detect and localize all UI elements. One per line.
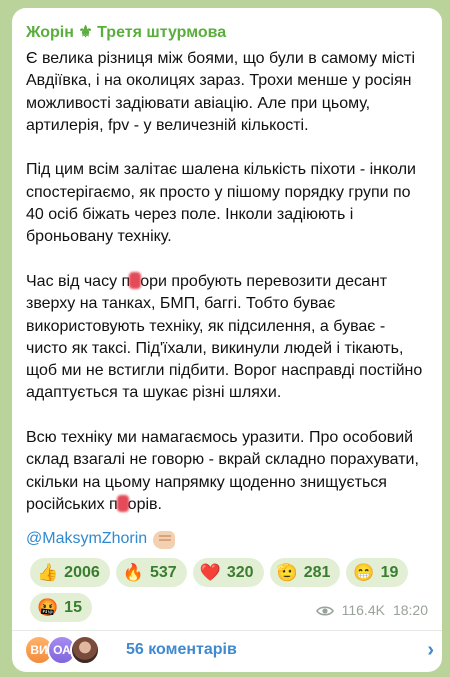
message-text: Є велика різниця між боями, що були в са… xyxy=(26,48,430,539)
author-signature: @MaksymZhorin xyxy=(26,528,176,550)
paragraph-4: Всю техніку ми намагаємось уразити. Про … xyxy=(26,427,430,516)
fire-icon: 🔥 xyxy=(122,563,144,582)
chevron-right-icon: › xyxy=(427,638,434,661)
comments-count-label: 56 коментарів xyxy=(126,641,237,658)
paragraph-2: Під цим всім залітає шалена кількість пі… xyxy=(26,161,416,246)
grin-icon: 😁 xyxy=(353,563,375,582)
salute-icon: 🫡 xyxy=(276,563,298,582)
channel-name[interactable]: Жорін ⚜ Третя штурмова xyxy=(26,22,226,42)
reaction-salute[interactable]: 🫡 281 xyxy=(269,558,341,587)
reaction-count: 2006 xyxy=(64,563,100,581)
heart-icon: ❤️ xyxy=(199,563,221,582)
reaction-count: 537 xyxy=(149,563,177,581)
paragraph-3-rest: ори пробують перевозити десант зверху на… xyxy=(26,272,423,402)
fist-icon xyxy=(153,531,176,549)
message-meta: 116.4K 18:20 xyxy=(315,602,428,618)
paragraph-1: Є велика різниця між боями, що були в са… xyxy=(26,50,416,134)
reaction-fire[interactable]: 🔥 537 xyxy=(115,558,187,587)
post-time: 18:20 xyxy=(392,602,428,618)
view-count: 116.4K xyxy=(341,602,385,618)
reaction-angry[interactable]: 🤬 15 xyxy=(30,593,92,622)
reaction-count: 281 xyxy=(303,563,331,581)
author-mention-link[interactable]: @MaksymZhorin xyxy=(26,528,147,550)
redaction-mark xyxy=(129,271,142,289)
commenter-avatars: ВИ ОА xyxy=(24,635,112,665)
angry-icon: 🤬 xyxy=(37,598,59,617)
avatar xyxy=(70,635,100,665)
thumbs-up-icon: 👍 xyxy=(37,563,59,582)
eye-icon xyxy=(315,604,334,616)
reaction-thumbs-up[interactable]: 👍 2006 xyxy=(30,558,110,587)
reaction-count: 320 xyxy=(226,563,254,581)
paragraph-4-start: Всю техніку ми намагаємось уразити. Про … xyxy=(26,429,419,513)
comments-divider xyxy=(12,630,442,631)
paragraph-3: Час від часу п ори пробують перевозити де… xyxy=(26,271,430,405)
reaction-heart[interactable]: ❤️ 320 xyxy=(192,558,264,587)
comments-button[interactable]: ВИ ОА 56 коментарів › xyxy=(24,635,442,665)
redaction-mark xyxy=(116,494,129,512)
message-bubble: Жорін ⚜ Третя штурмова Є велика різниця … xyxy=(12,8,442,672)
reaction-count: 15 xyxy=(64,598,82,616)
paragraph-4-rest: орів. xyxy=(127,495,162,513)
paragraph-3-start: Час від часу п xyxy=(26,272,131,290)
reaction-grin[interactable]: 😁 19 xyxy=(346,558,409,587)
reaction-count: 19 xyxy=(380,563,399,581)
